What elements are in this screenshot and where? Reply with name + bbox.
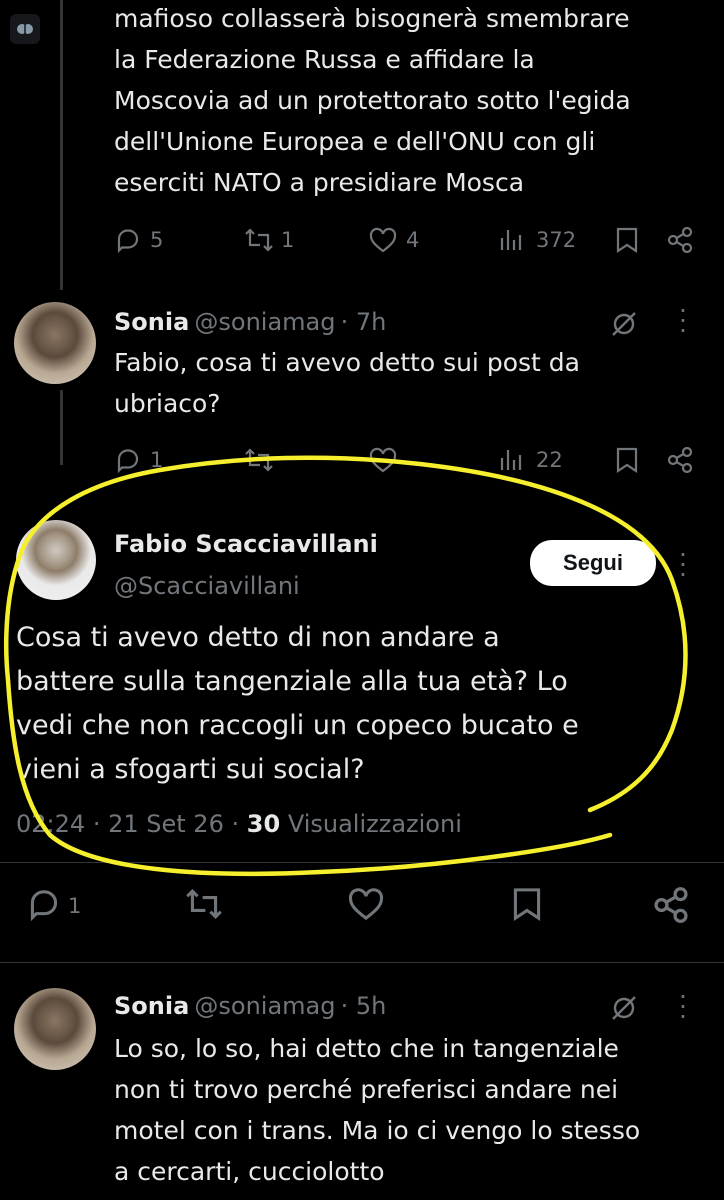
grok-icon[interactable] bbox=[608, 308, 640, 344]
reply-text: Lo so, lo so, hai detto che in tangenzia… bbox=[114, 1034, 641, 1186]
more-icon[interactable]: · · · bbox=[676, 299, 690, 343]
like-count: 4 bbox=[406, 228, 420, 252]
more-icon[interactable]: · · · bbox=[676, 985, 690, 1029]
share-icon[interactable] bbox=[666, 226, 694, 258]
grok-icon[interactable] bbox=[608, 992, 640, 1028]
author-handle[interactable]: @soniamag bbox=[194, 308, 335, 336]
retweet-count: 1 bbox=[281, 228, 295, 252]
reply-text: Fabio, cosa ti avevo detto sui post da u… bbox=[114, 348, 580, 418]
post-time: · 7h bbox=[340, 308, 387, 336]
tweet-text: mafioso collasserà bisognerà smembrare l… bbox=[114, 4, 631, 197]
brain-icon[interactable] bbox=[10, 14, 40, 44]
divider bbox=[0, 962, 724, 963]
highlight-circle bbox=[4, 455, 688, 877]
author-name[interactable]: Sonia bbox=[114, 308, 189, 336]
bookmark-icon[interactable] bbox=[614, 226, 640, 258]
reply-count: 5 bbox=[150, 228, 164, 252]
reply-icon[interactable] bbox=[114, 226, 142, 258]
author-name[interactable]: Sonia bbox=[114, 992, 189, 1020]
avatar[interactable] bbox=[14, 988, 96, 1070]
views-icon[interactable] bbox=[498, 226, 526, 258]
views-count: 372 bbox=[536, 228, 577, 252]
post-time: · 5h bbox=[340, 992, 387, 1020]
retweet-icon[interactable] bbox=[244, 226, 274, 258]
reply-header: Sonia @soniamag · 5h bbox=[114, 992, 386, 1020]
author-handle[interactable]: @soniamag bbox=[194, 992, 335, 1020]
tweet-actions: 5 1 4 372 bbox=[0, 222, 724, 262]
like-icon[interactable] bbox=[368, 226, 398, 258]
avatar[interactable] bbox=[14, 302, 96, 384]
reply-header: Sonia @soniamag · 7h bbox=[114, 308, 386, 336]
